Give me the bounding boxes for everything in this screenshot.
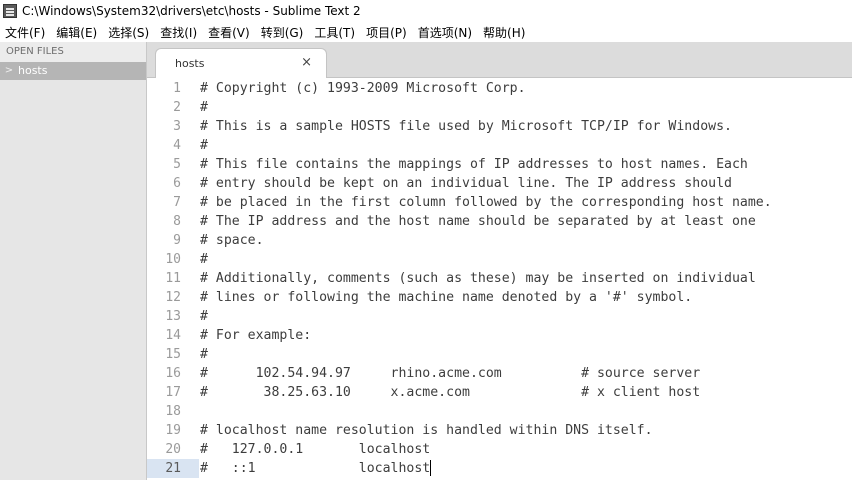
line-number: 7: [173, 195, 181, 210]
sidebar-file-label: hosts: [18, 64, 48, 77]
line-number: 5: [173, 157, 181, 172]
menu-project[interactable]: 项目(P): [361, 24, 413, 41]
line-number: 10: [165, 252, 181, 267]
sublime-app-icon: [3, 4, 17, 18]
sidebar: OPEN FILES > hosts: [0, 42, 147, 480]
code-line[interactable]: 6 # entry should be kept on an individual…: [147, 174, 852, 193]
title-bar: C:\Windows\System32\drivers\etc\hosts - …: [0, 0, 852, 22]
code-line[interactable]: 13 #: [147, 307, 852, 326]
code-line[interactable]: 16 # 102.54.94.97 rhino.acme.com # source…: [147, 364, 852, 383]
menu-edit[interactable]: 编辑(E): [51, 24, 103, 41]
sidebar-file-hosts[interactable]: > hosts: [0, 62, 146, 80]
line-number: 20: [165, 442, 181, 457]
text-cursor: [430, 460, 432, 476]
code-text: # lines or following the machine name de…: [200, 290, 693, 305]
code-line[interactable]: 4 #: [147, 136, 852, 155]
code-line[interactable]: 2 #: [147, 98, 852, 117]
code-line[interactable]: 12 # lines or following the machine name …: [147, 288, 852, 307]
code-text: # 102.54.94.97 rhino.acme.com # source s…: [200, 366, 701, 381]
menu-help[interactable]: 帮助(H): [478, 24, 531, 41]
line-number: 18: [165, 404, 181, 419]
line-number: 3: [173, 119, 181, 134]
line-number: 17: [165, 385, 181, 400]
code-text: #: [200, 347, 208, 362]
code-line[interactable]: 19 # localhost name resolution is handled…: [147, 421, 852, 440]
code-line[interactable]: 3 # This is a sample HOSTS file used by M…: [147, 117, 852, 136]
code-text: # The IP address and the host name shoul…: [200, 214, 756, 229]
line-number: 14: [165, 328, 181, 343]
chevron-right-icon: >: [4, 65, 14, 76]
code-text: # For example:: [200, 328, 312, 343]
code-text: # 38.25.63.10 x.acme.com # x client host: [200, 385, 701, 400]
code-line[interactable]: 17 # 38.25.63.10 x.acme.com # x client ho…: [147, 383, 852, 402]
code-text: # This is a sample HOSTS file used by Mi…: [200, 119, 732, 134]
line-number: 16: [165, 366, 181, 381]
code-line[interactable]: 20 # 127.0.0.1 localhost: [147, 440, 852, 459]
code-line[interactable]: 15 #: [147, 345, 852, 364]
code-line[interactable]: 7 # be placed in the first column followe…: [147, 193, 852, 212]
menu-bar: 文件(F) 编辑(E) 选择(S) 查找(I) 查看(V) 转到(G) 工具(T…: [0, 22, 852, 42]
line-number: 13: [165, 309, 181, 324]
code-text: # localhost name resolution is handled w…: [200, 423, 653, 438]
code-text: #: [200, 252, 208, 267]
line-number: 8: [173, 214, 181, 229]
code-line[interactable]: 5 # This file contains the mappings of IP…: [147, 155, 852, 174]
code-line[interactable]: 10 #: [147, 250, 852, 269]
code-text: # Copyright (c) 1993-2009 Microsoft Corp…: [200, 81, 526, 96]
line-number: 9: [173, 233, 181, 248]
code-text: # space.: [200, 233, 264, 248]
line-number: 2: [173, 100, 181, 115]
code-text: # be placed in the first column followed…: [200, 195, 772, 210]
menu-find[interactable]: 查找(I): [155, 24, 203, 41]
menu-selection[interactable]: 选择(S): [103, 24, 155, 41]
menu-goto[interactable]: 转到(G): [256, 24, 310, 41]
menu-file[interactable]: 文件(F): [0, 24, 51, 41]
menu-tools[interactable]: 工具(T): [309, 24, 361, 41]
line-number: 4: [173, 138, 181, 153]
tab-strip: hosts ×: [147, 42, 852, 78]
code-text: #: [200, 100, 208, 115]
line-number: 12: [165, 290, 181, 305]
code-line[interactable]: 8 # The IP address and the host name shou…: [147, 212, 852, 231]
close-icon[interactable]: ×: [301, 55, 312, 70]
line-number: 6: [173, 176, 181, 191]
code-editor[interactable]: 1 # Copyright (c) 1993-2009 Microsoft Cor…: [147, 78, 852, 480]
code-text: # ::1 localhost: [200, 460, 432, 476]
code-line[interactable]: 18: [147, 402, 852, 421]
line-number: 19: [165, 423, 181, 438]
line-number: 11: [165, 271, 181, 286]
menu-view[interactable]: 查看(V): [203, 24, 256, 41]
code-text: # This file contains the mappings of IP …: [200, 157, 748, 172]
open-files-header: OPEN FILES: [0, 42, 146, 62]
tab-hosts[interactable]: hosts ×: [155, 48, 327, 78]
line-number: 1: [173, 81, 181, 96]
line-number: 21: [147, 459, 199, 478]
code-line[interactable]: 14 # For example:: [147, 326, 852, 345]
line-number: 15: [165, 347, 181, 362]
code-line[interactable]: 1 # Copyright (c) 1993-2009 Microsoft Cor…: [147, 79, 852, 98]
tab-label: hosts: [175, 57, 205, 70]
menu-preferences[interactable]: 首选项(N): [413, 24, 478, 41]
code-line[interactable]: 11 # Additionally, comments (such as thes…: [147, 269, 852, 288]
window-title: C:\Windows\System32\drivers\etc\hosts - …: [22, 4, 361, 18]
code-text: # 127.0.0.1 localhost: [200, 442, 431, 457]
code-text: # entry should be kept on an individual …: [200, 176, 732, 191]
code-text: #: [200, 138, 208, 153]
code-line[interactable]: 21 # ::1 localhost: [147, 459, 852, 478]
code-text: #: [200, 309, 208, 324]
code-text: # Additionally, comments (such as these)…: [200, 271, 756, 286]
code-line[interactable]: 9 # space.: [147, 231, 852, 250]
